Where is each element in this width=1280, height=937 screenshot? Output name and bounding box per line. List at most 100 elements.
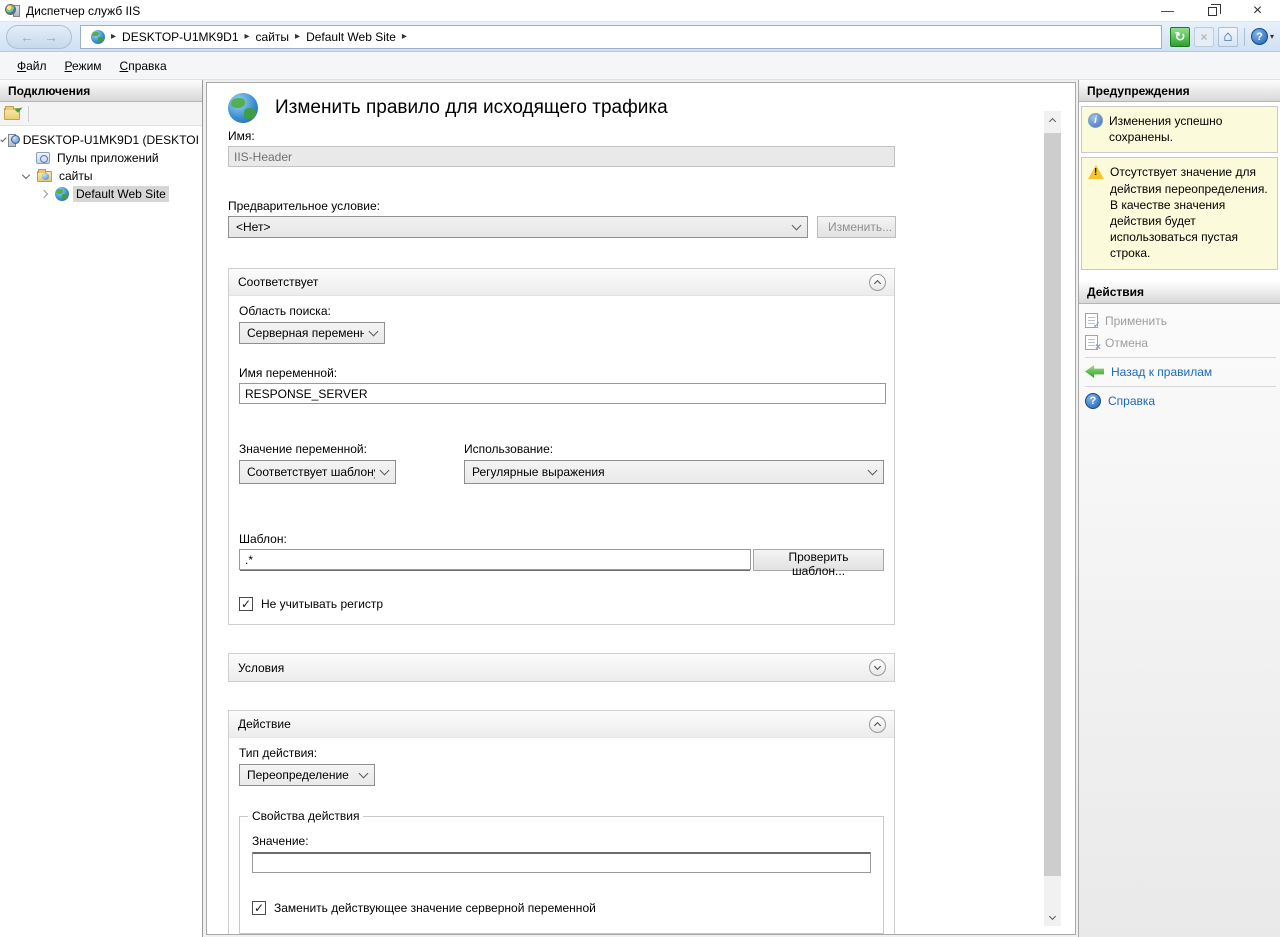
breadcrumb-arrow-icon: ▸ (293, 31, 302, 42)
precondition-select[interactable]: <Нет> (228, 216, 808, 238)
connect-icon[interactable] (4, 108, 20, 120)
match-section: Соответствует Область поиска: Серверная … (228, 268, 895, 625)
breadcrumb-arrow-icon: ▸ (243, 31, 252, 42)
globe-icon (91, 30, 105, 44)
feature-globe-icon (228, 93, 258, 123)
variable-value-label: Значение переменной: (239, 442, 453, 456)
chevron-up-icon (874, 280, 881, 287)
sites-folder-icon (37, 171, 52, 182)
action-type-select[interactable]: Переопределение (239, 764, 375, 786)
breadcrumb-item-sites[interactable]: сайты (252, 30, 294, 44)
conditions-section-header[interactable]: Условия (229, 654, 894, 681)
connections-toolbar (0, 102, 202, 126)
variable-value-select[interactable]: Соответствует шаблону (239, 460, 396, 484)
iis-app-icon (5, 4, 21, 18)
refresh-button[interactable]: ↻ (1170, 27, 1190, 47)
menu-file[interactable]: Файл (8, 55, 56, 77)
apply-action: ✓ Применить (1085, 310, 1276, 332)
action-properties-group: Свойства действия Значение: ✓ Заменить д… (239, 816, 884, 934)
breadcrumb-arrow-icon: ▸ (109, 31, 118, 42)
tree-item-sites[interactable]: сайты (0, 167, 202, 185)
name-label: Имя: (228, 129, 901, 143)
chevron-down-icon (868, 466, 878, 476)
minimize-button[interactable]: — (1145, 0, 1190, 21)
collapse-icon[interactable] (22, 170, 30, 178)
back-to-rules-action[interactable]: Назад к правилам (1085, 361, 1276, 383)
alerts-header: Предупреждения (1079, 80, 1280, 102)
tree-item-app-pools[interactable]: Пулы приложений (0, 149, 202, 167)
breadcrumb-arrow-icon: ▸ (400, 31, 409, 42)
chevron-down-icon (874, 663, 881, 670)
scope-label: Область поиска: (239, 304, 884, 318)
expand-icon[interactable] (40, 190, 48, 198)
back-icon[interactable]: ← (20, 30, 34, 44)
action-section-header[interactable]: Действие (229, 711, 894, 738)
main-content: Изменить правило для исходящего трафика … (206, 82, 1076, 935)
menu-help[interactable]: Справка (111, 55, 176, 77)
actions-list: ✓ Применить × Отмена Назад к правилам ? … (1079, 304, 1280, 937)
home-icon: ⌂ (1223, 28, 1232, 45)
action-properties-legend: Свойства действия (248, 809, 363, 823)
menu-view[interactable]: Режим (56, 55, 111, 77)
apply-icon: ✓ (1085, 313, 1098, 328)
back-green-arrow-icon (1085, 365, 1104, 378)
forward-icon[interactable]: → (44, 30, 58, 44)
stop-icon: × (1200, 30, 1207, 44)
checkbox-check-icon: ✓ (254, 902, 264, 914)
actions-header: Действия (1079, 282, 1280, 304)
vertical-scrollbar[interactable] (1044, 111, 1061, 926)
replace-label: Заменить действующее значение серверной … (274, 901, 596, 915)
tree-item-server[interactable]: DESKTOP-U1MK9D1 (DESKTOI (0, 131, 202, 149)
scrollbar-thumb[interactable] (1044, 133, 1061, 876)
home-button[interactable]: ⌂ (1218, 27, 1238, 47)
scope-select[interactable]: Серверная переменн (239, 322, 385, 344)
cancel-action: × Отмена (1085, 332, 1276, 354)
help-button[interactable]: ? ▾ (1251, 28, 1274, 45)
help-action[interactable]: ? Справка (1085, 390, 1276, 412)
breadcrumb-item-server[interactable]: DESKTOP-U1MK9D1 (118, 30, 242, 44)
chevron-up-icon (1049, 117, 1056, 124)
close-button[interactable]: × (1235, 0, 1280, 21)
using-label: Использование: (464, 442, 884, 456)
restore-button[interactable] (1190, 0, 1235, 21)
help-icon: ? (1251, 28, 1268, 45)
chevron-down-icon (1049, 913, 1056, 920)
chevron-down-icon (380, 466, 390, 476)
value-label: Значение: (252, 834, 871, 848)
value-input[interactable] (252, 852, 871, 873)
page-title: Изменить правило для исходящего трафика (275, 97, 668, 119)
restore-icon (1208, 7, 1217, 16)
ignore-case-checkbox[interactable]: ✓ (239, 597, 253, 611)
server-icon (11, 134, 16, 147)
name-input (228, 146, 895, 167)
action-section: Действие Тип действия: Переопределение С… (228, 710, 895, 935)
scroll-down-button[interactable] (1044, 909, 1061, 926)
title-bar: Диспетчер служб IIS — × (0, 0, 1280, 22)
alert-info-text: Изменения успешно сохранены. (1109, 113, 1271, 145)
chevron-down-icon (359, 769, 369, 779)
chevron-down-icon (369, 327, 379, 337)
replace-checkbox[interactable]: ✓ (252, 901, 266, 915)
precondition-label: Предварительное условие: (228, 199, 901, 213)
collapse-section-button[interactable] (869, 274, 886, 291)
variable-name-input[interactable] (239, 383, 886, 404)
breadcrumb[interactable]: ▸ DESKTOP-U1MK9D1 ▸ сайты ▸ Default Web … (80, 25, 1162, 49)
tree-item-default-web-site[interactable]: Default Web Site (0, 185, 202, 203)
scroll-up-button[interactable] (1044, 111, 1061, 128)
alert-warning-text: Отсутствует значение для действия переоп… (1110, 164, 1271, 261)
breadcrumb-item-site[interactable]: Default Web Site (302, 30, 400, 44)
using-select[interactable]: Регулярные выражения (464, 460, 884, 484)
right-panel: Предупреждения i Изменения успешно сохра… (1078, 80, 1280, 937)
expand-section-button[interactable] (869, 659, 886, 676)
conditions-section: Условия (228, 653, 895, 682)
match-section-header[interactable]: Соответствует (229, 269, 894, 296)
chevron-up-icon (874, 722, 881, 729)
collapse-section-button[interactable] (869, 716, 886, 733)
warning-icon: ! (1088, 165, 1104, 179)
help-icon: ? (1085, 393, 1101, 409)
pattern-input[interactable] (239, 549, 751, 570)
collapse-icon[interactable] (0, 135, 6, 141)
close-icon: × (1253, 2, 1262, 20)
action-type-label: Тип действия: (239, 746, 884, 760)
test-pattern-button[interactable]: Проверить шаблон... (753, 549, 884, 571)
